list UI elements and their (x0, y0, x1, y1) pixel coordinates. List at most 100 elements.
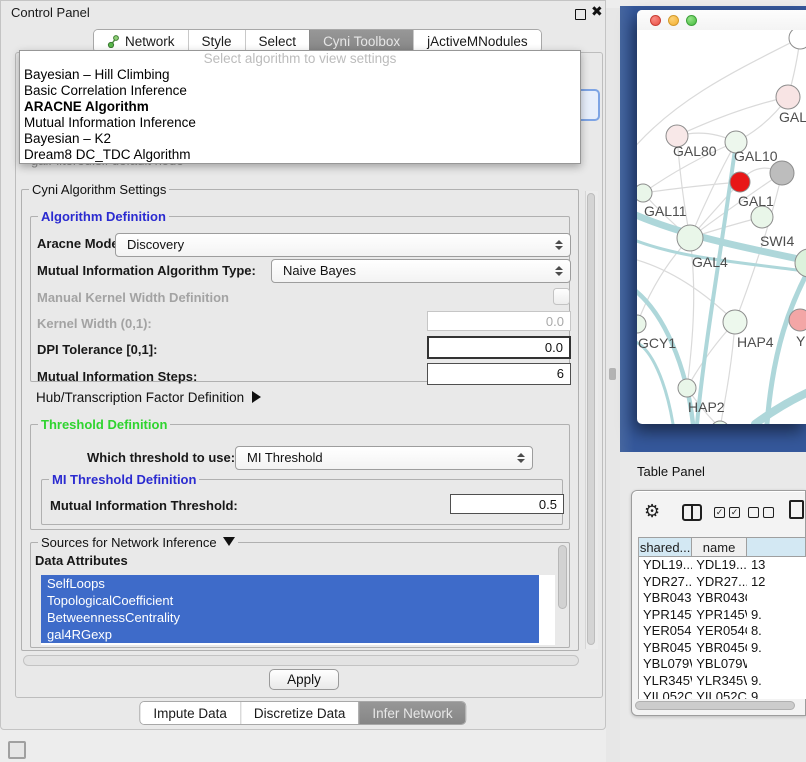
network-node-gcy1[interactable] (637, 315, 646, 333)
select-all-checkboxes-icon[interactable]: ✓✓ (714, 507, 740, 518)
mi-steps-field[interactable]: 6 (427, 363, 571, 385)
tab-label: Network (125, 34, 175, 49)
expander-collapsed-icon (252, 391, 261, 403)
split-columns-icon[interactable] (682, 504, 702, 521)
network-node[interactable] (789, 27, 806, 49)
table-body: YDL19...YDL19...13YDR27...YDR27...12YBR0… (639, 557, 806, 699)
settings-horizontal-scrollbar[interactable] (23, 655, 579, 666)
tab-jactivemnodules[interactable]: jActiveMNodules (413, 30, 541, 52)
node-label: GAL80 (673, 143, 717, 159)
algorithm-option[interactable]: Mutual Information Inference (20, 115, 580, 131)
kernel-width-label: Kernel Width (0,1): (37, 316, 152, 331)
attribute-item[interactable]: SelfLoops (41, 575, 539, 592)
table-row[interactable]: YBL079WYBL079W (639, 656, 806, 673)
table-cell: YBR045C (692, 640, 747, 657)
network-node-swi4[interactable] (795, 249, 806, 277)
scrollbar-thumb[interactable] (587, 193, 595, 645)
node-label: GCY1 (638, 335, 676, 351)
table-row[interactable]: YPR145WYPR145W9. (639, 607, 806, 624)
aracne-mode-label: Aracne Mode: (37, 236, 123, 251)
network-edge[interactable] (637, 340, 673, 424)
mi-algorithm-type-combo[interactable]: Naive Bayes (271, 259, 571, 283)
algorithm-option[interactable]: Basic Correlation Inference (20, 83, 580, 99)
network-edge[interactable] (637, 38, 800, 150)
kernel-width-field[interactable]: 0.0 (427, 311, 571, 331)
hub-expander[interactable]: Hub/Transcription Factor Definition (36, 390, 261, 405)
table-row[interactable]: YDR27...YDR27...12 (639, 574, 806, 591)
scrollbar-thumb[interactable] (635, 701, 795, 710)
close-panel-icon[interactable]: ✖ (591, 3, 603, 20)
table-row[interactable]: YIL052CYIL052C9. (639, 689, 806, 699)
network-edge[interactable] (637, 238, 690, 324)
node-label: Y (796, 333, 806, 349)
network-node-gal1[interactable] (751, 206, 773, 228)
manual-kernel-checkbox[interactable] (553, 288, 570, 305)
node-attribute-table[interactable]: shared...name YDL19...YDL19...13YDR27...… (638, 537, 806, 699)
hub-expander-label: Hub/Transcription Factor Definition (36, 390, 244, 405)
network-node-gal11[interactable] (637, 184, 652, 202)
network-node-hap4[interactable] (723, 310, 747, 334)
page-icon[interactable] (789, 500, 804, 519)
table-row[interactable]: YBR045CYBR045C9. (639, 640, 806, 657)
tab-select[interactable]: Select (245, 30, 310, 52)
float-panel-icon[interactable] (575, 9, 586, 20)
attributes-scrollbar[interactable] (558, 545, 567, 609)
network-node-y[interactable] (789, 309, 806, 331)
table-row[interactable]: YDL19...YDL19...13 (639, 557, 806, 574)
algorithm-option[interactable]: ARACNE Algorithm (20, 99, 580, 115)
tab-label: jActiveMNodules (427, 34, 528, 49)
settings-vertical-scrollbar[interactable] (585, 191, 598, 649)
attribute-item[interactable]: TopologicalCoefficient (41, 592, 539, 609)
minimize-window-icon[interactable] (668, 15, 679, 26)
network-node[interactable] (730, 172, 750, 192)
tab-discretize-data[interactable]: Discretize Data (240, 702, 359, 724)
column-header[interactable] (747, 537, 806, 557)
tab-network[interactable]: Network (94, 30, 188, 52)
network-node[interactable] (770, 161, 794, 185)
algorithm-option[interactable]: Bayesian – Hill Climbing (20, 67, 580, 83)
tab-cyni-toolbox[interactable]: Cyni Toolbox (309, 30, 413, 52)
zoom-window-icon[interactable] (686, 15, 697, 26)
attribute-item[interactable]: BetweennessCentrality (41, 609, 539, 626)
attribute-item[interactable]: gal4RGexp (41, 626, 539, 643)
network-node-gal4[interactable] (677, 225, 703, 251)
network-canvas[interactable]: GALGAL80GAL10GAL1GAL11SWI4GAL4GCY1HAP4YH… (637, 10, 806, 424)
deselect-all-checkboxes-icon[interactable] (748, 507, 774, 518)
node-label: GAL (779, 109, 806, 125)
algorithm-option[interactable]: Bayesian – K2 (20, 131, 580, 147)
network-window[interactable]: GALGAL80GAL10GAL1GAL11SWI4GAL4GCY1HAP4YH… (637, 10, 806, 424)
table-horizontal-scrollbar[interactable] (634, 700, 804, 713)
network-node-gal[interactable] (776, 85, 800, 109)
which-threshold-combo[interactable]: MI Threshold (235, 446, 533, 470)
aracne-mode-combo[interactable]: Discovery (115, 233, 571, 257)
panel-divider[interactable] (606, 8, 620, 762)
column-header[interactable]: name (692, 537, 747, 557)
table-row[interactable]: YER054CYER054C8. (639, 623, 806, 640)
algorithm-option[interactable]: Dream8 DC_TDC Algorithm (20, 147, 580, 163)
network-edge[interactable] (637, 286, 693, 424)
table-cell: 9. (747, 640, 806, 657)
data-attributes-list[interactable]: SelfLoopsTopologicalCoefficientBetweenne… (41, 575, 555, 645)
dpi-tolerance-field[interactable]: 0.0 (427, 336, 571, 359)
mi-threshold-field[interactable]: 0.5 (450, 494, 564, 514)
network-window-titlebar[interactable] (637, 10, 806, 30)
apply-button[interactable]: Apply (269, 669, 339, 690)
sources-group-title[interactable]: Sources for Network Inference (38, 535, 238, 550)
node-label: GAL10 (734, 148, 778, 164)
table-row[interactable]: YBR043CYBR043C (639, 590, 806, 607)
collapsed-panel-grip-icon[interactable] (8, 741, 26, 759)
network-edge[interactable] (755, 390, 806, 424)
gear-icon[interactable]: ⚙ (644, 501, 660, 522)
table-cell (747, 590, 806, 607)
network-node-hap2[interactable] (678, 379, 696, 397)
divider-handle-icon[interactable] (609, 368, 616, 380)
tab-infer-network[interactable]: Infer Network (358, 702, 465, 724)
column-header[interactable]: shared... (639, 537, 692, 557)
table-cell: YLR345W (692, 673, 747, 690)
tab-impute-data[interactable]: Impute Data (140, 702, 240, 724)
node-label: GAL11 (644, 203, 687, 219)
table-cell: 8. (747, 623, 806, 640)
tab-style[interactable]: Style (188, 30, 245, 52)
close-window-icon[interactable] (650, 15, 661, 26)
table-row[interactable]: YLR345WYLR345W9. (639, 673, 806, 690)
